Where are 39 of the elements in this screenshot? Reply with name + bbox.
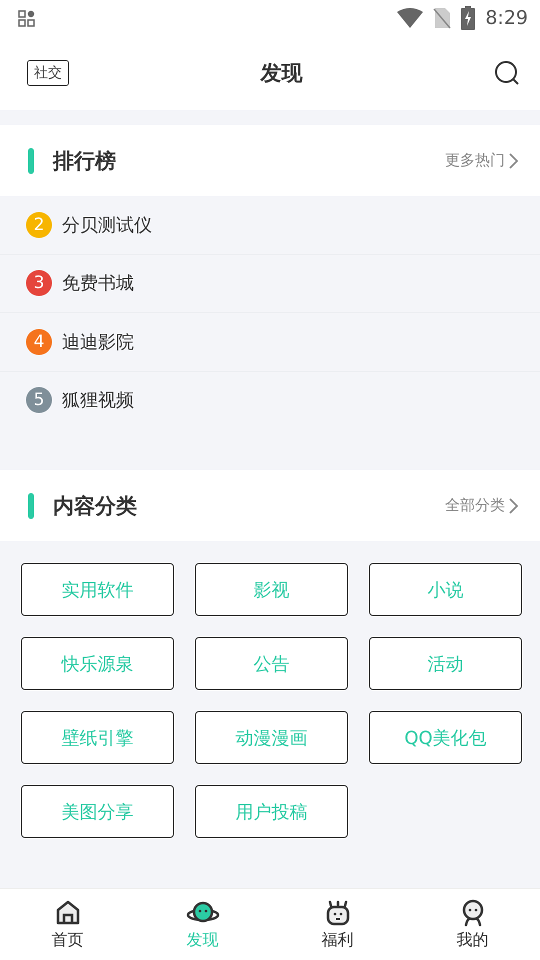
app-name-link[interactable]: 免费书城: [62, 271, 134, 296]
more-link[interactable]: 更多热门: [445, 151, 518, 170]
rank-badge: 3: [26, 270, 52, 296]
social-tag-button[interactable]: 社交: [27, 60, 69, 86]
category-button[interactable]: 小说: [369, 563, 522, 616]
section-title: 内容分类: [53, 492, 138, 520]
category-button[interactable]: 壁纸引擎: [21, 711, 174, 764]
accent-bar: [28, 492, 34, 518]
nav-tab[interactable]: 福利: [270, 889, 405, 960]
app-name-link[interactable]: 迪迪影院: [62, 330, 134, 354]
nav-tab[interactable]: 发现: [135, 889, 270, 960]
category-button[interactable]: 快乐源泉: [21, 637, 174, 690]
nav-tab[interactable]: 首页: [0, 889, 135, 960]
more-link[interactable]: 全部分类: [445, 496, 518, 515]
clock-time: 8:29: [485, 7, 528, 29]
search-icon[interactable]: [494, 60, 520, 86]
rank-badge: 2: [26, 212, 52, 238]
nav-tab[interactable]: 我的: [405, 889, 540, 960]
battery-icon: [461, 6, 476, 30]
category-button[interactable]: QQ美化包: [369, 711, 522, 764]
category-button[interactable]: 美图分享: [21, 785, 174, 838]
accent-bar: [28, 148, 34, 174]
category-button[interactable]: 实用软件: [21, 563, 174, 616]
category-button[interactable]: 活动: [369, 637, 522, 690]
no-sim-icon: [433, 7, 452, 29]
category-button[interactable]: 公告: [195, 637, 348, 690]
app-name-link[interactable]: 狐狸视频: [62, 388, 134, 412]
rank-badge: 4: [26, 328, 52, 355]
app-name-link[interactable]: 分贝测试仪: [62, 212, 152, 237]
chevron-right-icon: [509, 498, 518, 514]
rank-badge: 5: [26, 387, 52, 414]
wifi-icon: [397, 8, 424, 28]
category-button[interactable]: 动漫漫画: [195, 711, 348, 764]
chevron-right-icon: [509, 152, 518, 168]
section-title: 排行榜: [53, 148, 117, 174]
category-button[interactable]: 用户投稿: [195, 785, 348, 838]
apps-icon: [18, 10, 35, 26]
page-title: 发现: [259, 60, 304, 87]
category-button[interactable]: 影视: [195, 563, 348, 616]
